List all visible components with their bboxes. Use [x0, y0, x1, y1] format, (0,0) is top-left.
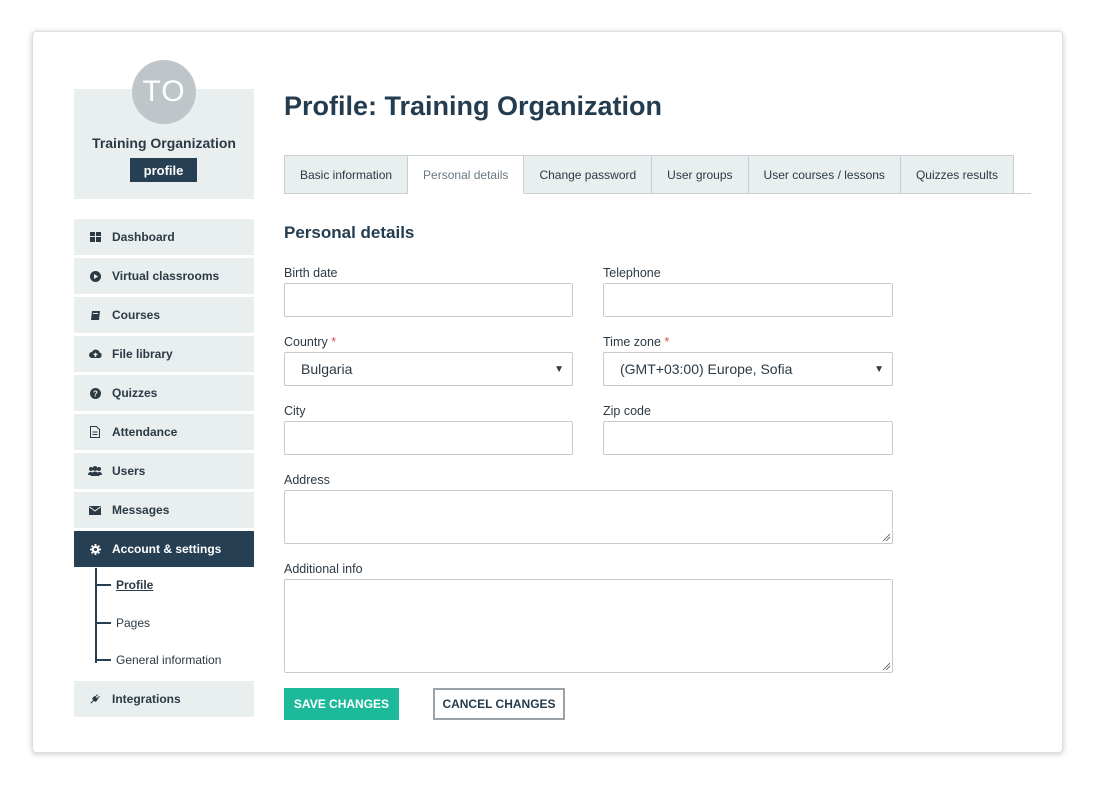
tab-user-groups[interactable]: User groups	[652, 155, 749, 194]
telephone-input[interactable]	[603, 283, 893, 317]
sidebar-item-dashboard[interactable]: Dashboard	[74, 219, 254, 255]
additional-info-textarea[interactable]	[284, 579, 893, 673]
sidebar-item-label: Messages	[112, 503, 170, 517]
sidebar-item-label: Users	[112, 464, 146, 478]
caret-down-icon: ▼	[874, 364, 884, 375]
sidebar-item-quizzes[interactable]: ? Quizzes	[74, 375, 254, 411]
address-textarea[interactable]	[284, 490, 893, 544]
sidebar-item-label: Quizzes	[112, 386, 158, 400]
tab-personal-details[interactable]: Personal details	[408, 155, 525, 194]
submenu-item-profile[interactable]: Profile	[95, 578, 153, 592]
tab-basic-information[interactable]: Basic information	[284, 155, 409, 194]
cancel-changes-button[interactable]: CANCEL CHANGES	[433, 688, 565, 720]
sidebar-item-label: File library	[112, 347, 173, 361]
birth-date-label: Birth date	[284, 266, 338, 280]
svg-text:?: ?	[93, 389, 98, 398]
question-circle-icon: ?	[88, 386, 102, 400]
sidebar-item-label: Integrations	[112, 692, 181, 706]
additional-info-label: Additional info	[284, 562, 363, 576]
profile-badge: profile	[130, 158, 197, 182]
submenu-item-general-information[interactable]: General information	[95, 653, 221, 667]
required-mark: *	[331, 335, 337, 349]
country-label: Country *	[284, 335, 337, 349]
profile-tabs: Basic information Personal details Chang…	[284, 155, 1014, 194]
address-label: Address	[284, 473, 330, 487]
sidebar-item-account-settings[interactable]: Account & settings	[74, 531, 254, 567]
telephone-label: Telephone	[603, 266, 661, 280]
country-select[interactable]: Bulgaria ▼	[284, 352, 573, 386]
sidebar-item-label: Dashboard	[112, 230, 175, 244]
sidebar-item-file-library[interactable]: File library	[74, 336, 254, 372]
users-icon	[88, 464, 102, 478]
caret-down-icon: ▼	[554, 364, 564, 375]
resize-handle-icon[interactable]	[882, 533, 890, 541]
plug-icon	[88, 692, 102, 706]
sidebar-item-integrations[interactable]: Integrations	[74, 681, 254, 717]
submenu-item-label: Profile	[116, 578, 154, 592]
zip-code-input[interactable]	[603, 421, 893, 455]
play-circle-icon	[88, 269, 102, 283]
resize-handle-icon[interactable]	[882, 662, 890, 670]
sidebar-item-virtual-classrooms[interactable]: Virtual classrooms	[74, 258, 254, 294]
cloud-upload-icon	[88, 347, 102, 361]
submenu-item-label: General information	[116, 653, 222, 667]
tab-change-password[interactable]: Change password	[524, 155, 653, 194]
sidebar-item-attendance[interactable]: Attendance	[74, 414, 254, 450]
country-select-value: Bulgaria	[301, 361, 353, 377]
organization-name: Training Organization	[92, 135, 236, 151]
required-mark: *	[664, 335, 670, 349]
avatar: TO	[132, 60, 196, 124]
time-zone-label: Time zone *	[603, 335, 670, 349]
tab-quizzes-results[interactable]: Quizzes results	[900, 155, 1014, 194]
zip-code-label: Zip code	[603, 404, 651, 418]
sidebar-item-users[interactable]: Users	[74, 453, 254, 489]
book-icon	[88, 308, 102, 322]
time-zone-select[interactable]: (GMT+03:00) Europe, Sofia ▼	[603, 352, 893, 386]
tab-user-courses-lessons[interactable]: User courses / lessons	[748, 155, 901, 194]
submenu-item-label: Pages	[116, 616, 151, 630]
dashboard-icon	[88, 230, 102, 244]
sidebar-item-courses[interactable]: Courses	[74, 297, 254, 333]
save-changes-button[interactable]: SAVE CHANGES	[284, 688, 399, 720]
page-title: Profile: Training Organization	[284, 91, 663, 121]
sidebar-item-label: Virtual classrooms	[112, 269, 220, 283]
city-label: City	[284, 404, 306, 418]
birth-date-input[interactable]	[284, 283, 573, 317]
sidebar-item-label: Attendance	[112, 425, 178, 439]
sidebar-item-label: Account & settings	[112, 542, 222, 556]
sidebar-item-label: Courses	[112, 308, 161, 322]
section-title: Personal details	[284, 223, 415, 242]
envelope-icon	[88, 503, 102, 517]
city-input[interactable]	[284, 421, 573, 455]
gear-icon	[88, 542, 102, 556]
sidebar-item-messages[interactable]: Messages	[74, 492, 254, 528]
time-zone-select-value: (GMT+03:00) Europe, Sofia	[620, 361, 793, 377]
document-icon	[88, 425, 102, 439]
submenu-item-pages[interactable]: Pages	[95, 616, 150, 630]
